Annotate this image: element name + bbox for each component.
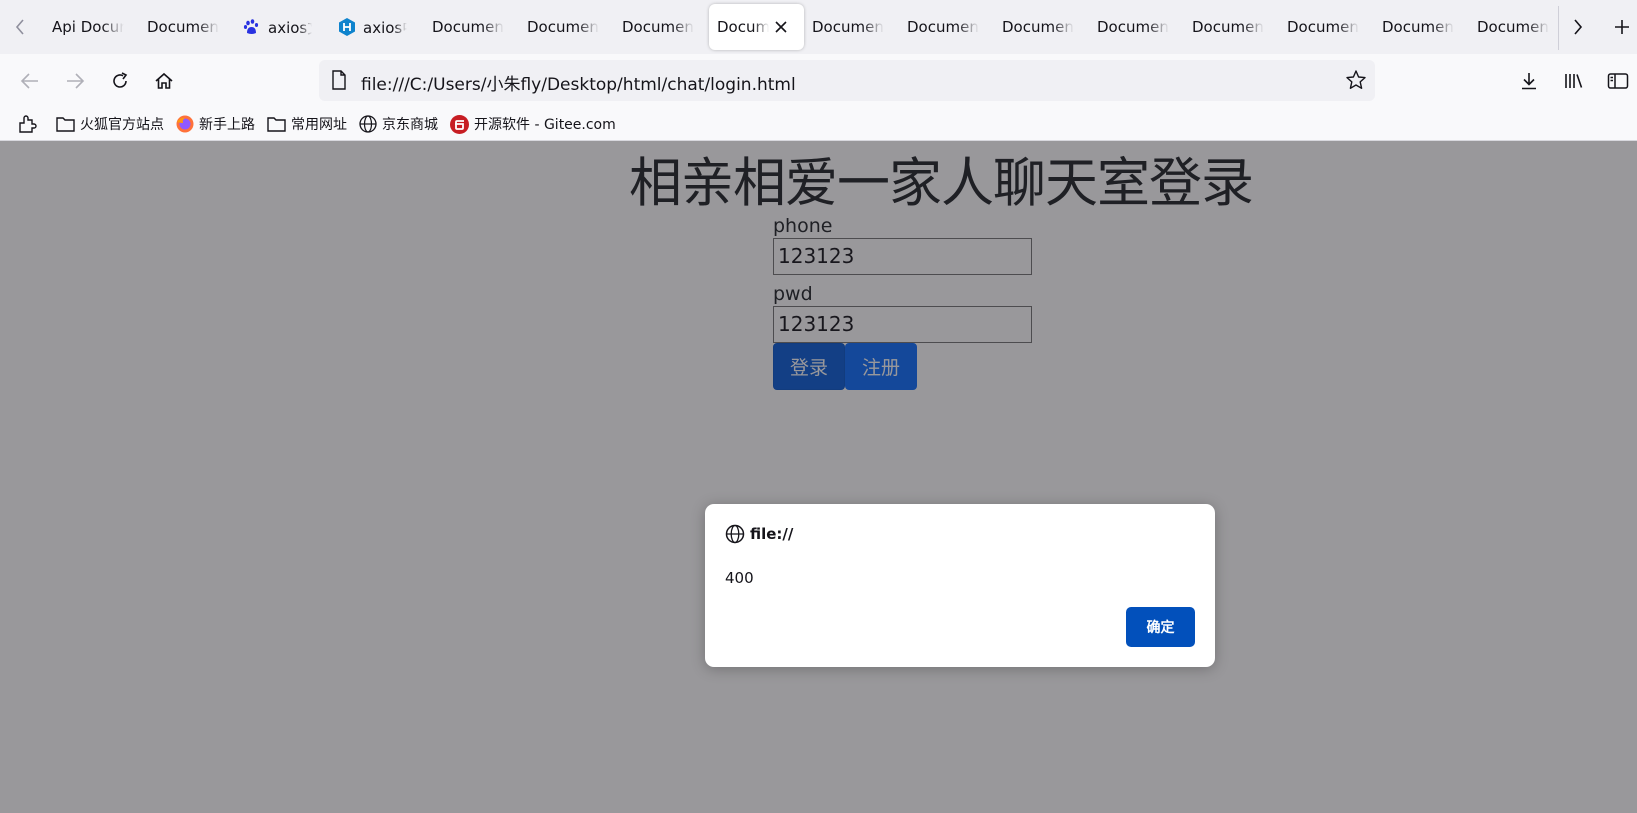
tab[interactable]: Document [424, 4, 519, 50]
new-tab-button[interactable] [1612, 14, 1632, 40]
plus-icon [1615, 20, 1629, 34]
tab[interactable]: axios文档 [234, 4, 329, 50]
tab-label: Document [812, 18, 884, 36]
tab[interactable]: Document [519, 4, 614, 50]
folder-icon [267, 116, 286, 132]
tab[interactable]: Document [1184, 4, 1279, 50]
tab[interactable]: Document [899, 4, 994, 50]
tab[interactable]: Document [1374, 4, 1469, 50]
tab-label: Document [1192, 18, 1264, 36]
navigation-toolbar: file:///C:/Users/小朱fly/Desktop/html/chat… [0, 54, 1637, 108]
tab-divider [1558, 6, 1559, 50]
alert-dialog: file:// 400 确定 [705, 504, 1215, 667]
home-button[interactable] [149, 66, 179, 96]
tab-label: Document [717, 18, 769, 36]
bookmark-label: 京东商城 [382, 117, 438, 133]
tab[interactable]: Document [139, 4, 234, 50]
modal-overlay [0, 141, 1637, 813]
tab-label: Api Documentation [52, 18, 124, 36]
home-icon [155, 72, 173, 89]
globe-icon [359, 115, 377, 133]
tab-label: Document [1002, 18, 1074, 36]
reload-button[interactable] [105, 66, 135, 96]
dialog-header: file:// [725, 524, 793, 544]
tab[interactable]: Document [1279, 4, 1374, 50]
tab-active[interactable]: Document [709, 4, 804, 50]
tab-label: Document [432, 18, 504, 36]
forward-button[interactable] [60, 66, 90, 96]
bookmark-jd-mall[interactable]: 京东商城 [359, 114, 438, 134]
bookmark-getting-started[interactable]: 新手上路 [176, 114, 255, 134]
hexo-icon [337, 17, 357, 37]
chevron-right-icon [1574, 19, 1583, 35]
tab[interactable]: Document [614, 4, 709, 50]
baidu-paw-icon [242, 17, 262, 37]
arrow-left-icon [20, 73, 38, 89]
bookmark-star-icon[interactable] [1345, 69, 1367, 95]
page-icon [331, 70, 347, 94]
bookmark-label: 新手上路 [199, 117, 255, 133]
bookmarks-toolbar: 火狐官方站点 新手上路 常用网址 京东商城 开源软件 - Gitee.com [0, 108, 1637, 141]
tab[interactable]: axios中文文档 [329, 4, 424, 50]
bookmarks-import-icon [17, 114, 37, 134]
tab[interactable]: Document [1469, 4, 1564, 50]
tab-label: axios中文文档 [363, 18, 407, 37]
dialog-message: 400 [725, 569, 754, 587]
library-button[interactable] [1559, 66, 1589, 96]
gitee-icon [450, 114, 469, 134]
dialog-ok-button[interactable]: 确定 [1126, 607, 1195, 647]
tabs-scroll-right-button[interactable] [1568, 14, 1588, 40]
tab-label: axios文档 [268, 18, 312, 37]
arrow-right-icon [67, 73, 85, 89]
url-text[interactable]: file:///C:/Users/小朱fly/Desktop/html/chat… [361, 70, 796, 95]
bookmark-label: 常用网址 [291, 117, 347, 133]
back-button[interactable] [15, 66, 45, 96]
bookmark-common-sites[interactable]: 常用网址 [267, 114, 347, 134]
tab-label: Document [622, 18, 694, 36]
tabs-scroll-left-button[interactable] [10, 14, 30, 40]
tab-label: Document [907, 18, 979, 36]
tab-label: Document [147, 18, 219, 36]
chevron-left-icon [15, 19, 24, 35]
tab[interactable]: Document [804, 4, 899, 50]
firefox-icon [176, 115, 194, 133]
tab-label: Document [1287, 18, 1359, 36]
bookmark-firefox-official[interactable]: 火狐官方站点 [56, 114, 164, 134]
reload-icon [113, 72, 128, 88]
tab-strip: Api Documentation Document axios文档 axios中文文… [0, 0, 1637, 54]
tab[interactable]: Document [1089, 4, 1184, 50]
tab-label: Document [1097, 18, 1169, 36]
tab[interactable]: Document [994, 4, 1089, 50]
downloads-button[interactable] [1514, 66, 1544, 96]
library-icon [1565, 74, 1583, 88]
bookmark-gitee[interactable]: 开源软件 - Gitee.com [450, 114, 616, 134]
tab-list: Api Documentation Document axios文档 axios中文文… [44, 4, 1564, 52]
bookmark-label: 开源软件 - Gitee.com [474, 117, 616, 133]
folder-icon [56, 116, 75, 132]
dialog-origin: file:// [750, 525, 794, 543]
tab-label: Document [1382, 18, 1454, 36]
close-tab-icon[interactable] [775, 21, 787, 33]
sidebar-icon [1607, 73, 1629, 89]
sidebar-button[interactable] [1603, 66, 1633, 96]
tab-label: Document [527, 18, 599, 36]
bookmark-label: 火狐官方站点 [80, 117, 164, 133]
globe-icon [725, 524, 745, 544]
download-icon [1522, 73, 1536, 90]
url-bar[interactable]: file:///C:/Users/小朱fly/Desktop/html/chat… [319, 60, 1375, 101]
tab-label: Document [1477, 18, 1549, 36]
tab[interactable]: Api Documentation [44, 4, 139, 50]
bookmarks-import-button[interactable] [17, 114, 42, 134]
